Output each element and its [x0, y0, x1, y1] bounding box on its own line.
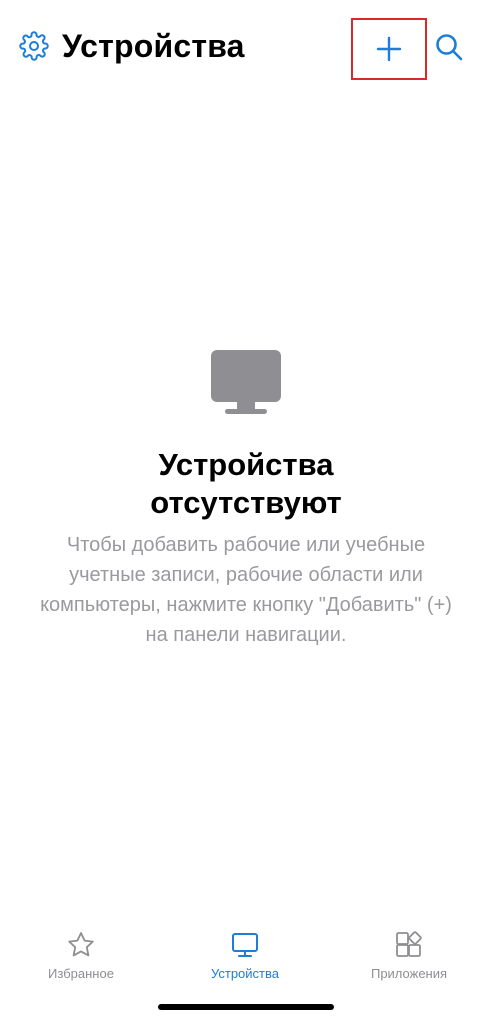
page-title: Устройства — [62, 28, 245, 64]
search-button[interactable] — [432, 30, 466, 64]
tab-devices-label: Устройства — [210, 966, 279, 981]
plus-icon — [376, 36, 402, 62]
add-button[interactable] — [351, 18, 427, 80]
monitor-icon — [211, 350, 281, 414]
tab-apps-label: Приложения — [370, 966, 448, 981]
monitor-icon — [232, 933, 258, 957]
empty-state: Устройства отсутствуют Чтобы добавить ра… — [0, 340, 492, 650]
empty-state-title: Устройства отсутствуют — [150, 447, 342, 520]
home-indicator — [158, 1004, 334, 1010]
tab-favorites[interactable]: Избранное — [16, 930, 146, 981]
tab-favorites-label: Избранное — [48, 966, 114, 981]
gear-icon — [19, 31, 49, 61]
tab-devices[interactable]: Устройства — [180, 930, 310, 981]
top-navigation-bar: Устройства — [0, 0, 492, 96]
search-icon — [436, 34, 463, 61]
bottom-tab-bar: Избранное Устройства Приложения — [0, 918, 492, 998]
settings-button[interactable] — [18, 30, 50, 62]
empty-state-description: Чтобы добавить рабочие или учебные учетн… — [40, 534, 452, 646]
apps-icon — [396, 931, 422, 957]
tab-apps[interactable]: Приложения — [344, 930, 474, 981]
star-icon — [68, 932, 94, 957]
